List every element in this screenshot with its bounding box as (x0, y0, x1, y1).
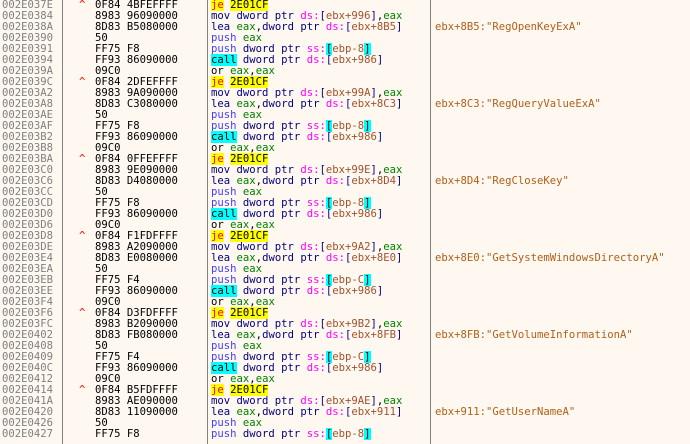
segment-prefix: ds: (306, 131, 326, 143)
size-keyword: dword ptr (262, 98, 326, 110)
segment-prefix: ds: (306, 54, 326, 66)
segment-prefix: ds: (325, 252, 345, 264)
segment-prefix: ss: (306, 428, 326, 440)
memory-operand: ebx+8C3 (351, 98, 397, 110)
comment-string-reference: ebx+8D4:"RegCloseKey" (435, 175, 569, 187)
segment-prefix: ds: (306, 285, 326, 297)
bracket-close: ] (396, 175, 403, 187)
segment-prefix: ds: (306, 208, 326, 220)
bracket-close: ] (396, 406, 403, 418)
segment-prefix: ds: (325, 175, 345, 187)
memory-operand: ebx+986 (332, 54, 377, 66)
bracket-close: ] (376, 362, 384, 374)
bracket-close: ] (396, 21, 403, 33)
jump-up-arrow-icon: ^ (79, 307, 86, 319)
jump-up-arrow-icon: ^ (79, 76, 86, 88)
bracket-close: ] (376, 285, 384, 297)
disassembly-listing[interactable]: 002E037E ^ 0F84 4BFEFFFF je 2E01CF 002E0384 8… (0, 0, 690, 440)
jump-up-arrow-icon: ^ (79, 153, 86, 165)
bracket-close: ] (396, 329, 403, 341)
memory-operand: ebx+986 (332, 131, 377, 143)
size-keyword: dword ptr (242, 428, 307, 440)
instruction-text: push dword ptr ss:[ebp-8] (211, 428, 371, 440)
bracket-close: ] (396, 252, 403, 264)
memory-operand: ebx+8B5 (351, 21, 397, 33)
bracket-close: ] (396, 98, 403, 110)
memory-operand: ebx+986 (332, 208, 377, 220)
comment-string-reference: ebx+911:"GetUserNameA" (435, 406, 576, 418)
segment-prefix: ds: (325, 329, 345, 341)
memory-operand: ebx+8D4 (351, 175, 397, 187)
instruction-row[interactable]: 002E0427 FF75 F8 push dword ptr ss:[ebp-8] (0, 428, 690, 440)
memory-operand: ebx+986 (332, 285, 377, 297)
jump-up-arrow-icon: ^ (79, 230, 86, 242)
size-keyword: dword ptr (262, 21, 326, 33)
comment-string-reference: ebx+8C3:"RegQueryValueExA" (435, 98, 601, 110)
size-keyword: dword ptr (262, 252, 326, 264)
mnemonic: push (211, 428, 237, 440)
comment-string-reference: ebx+8B5:"RegOpenKeyExA" (435, 21, 582, 33)
bracket-close: ] (376, 131, 384, 143)
segment-prefix: ds: (325, 406, 345, 418)
address[interactable]: 002E0427 (2, 429, 53, 440)
memory-operand: ebx+986 (332, 362, 377, 374)
bracket-close: ] (376, 54, 384, 66)
size-keyword: dword ptr (262, 406, 326, 418)
comment-string-reference: ebx+8FB:"GetVolumeInformationA" (435, 329, 633, 341)
instruction-bytes: FF75 F8 (95, 428, 140, 440)
segment-prefix: ds: (325, 98, 345, 110)
size-keyword: dword ptr (262, 329, 326, 341)
jump-up-arrow-icon: ^ (79, 384, 86, 396)
segment-prefix: ds: (325, 21, 345, 33)
segment-prefix: ds: (306, 362, 326, 374)
memory-operand: ebx+8E0 (351, 252, 397, 264)
comment-string-reference: ebx+8E0:"GetSystemWindowsDirectoryA" (435, 252, 665, 264)
size-keyword: dword ptr (262, 175, 326, 187)
jump-up-arrow-icon: ^ (79, 0, 86, 11)
memory-operand: ebp-8 (332, 428, 365, 440)
bracket-close: ] (376, 208, 384, 220)
bracket-close: ] (364, 428, 371, 440)
memory-operand: ebx+911 (351, 406, 397, 418)
memory-operand: ebx+8FB (351, 329, 397, 341)
